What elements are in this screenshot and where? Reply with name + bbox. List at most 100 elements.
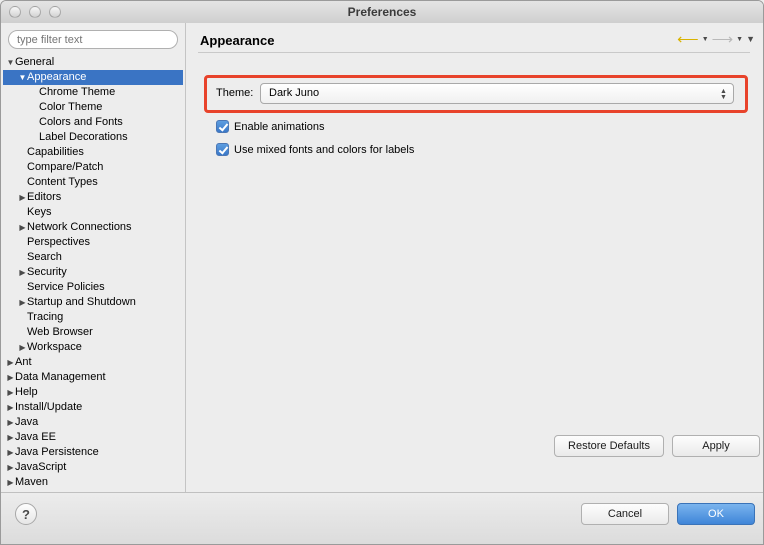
sidebar-item-color-theme[interactable]: Color Theme <box>3 100 183 115</box>
sidebar-item-label: Maven <box>15 476 49 488</box>
sidebar-item-search[interactable]: Search <box>3 250 183 265</box>
chevron-right-icon[interactable]: ▶ <box>18 295 27 310</box>
chevron-right-icon[interactable]: ▶ <box>18 190 27 205</box>
sidebar-item-label-decorations[interactable]: Label Decorations <box>3 130 183 145</box>
sidebar-item-label: Appearance <box>27 71 87 83</box>
sidebar-item-perspectives[interactable]: Perspectives <box>3 235 183 250</box>
no-expander-icon <box>30 115 39 130</box>
chevron-right-icon[interactable]: ▶ <box>6 385 15 400</box>
sidebar-item-label: Capabilities <box>27 146 84 158</box>
title-divider <box>198 52 750 53</box>
sidebar-item-java-persistence[interactable]: ▶Java Persistence <box>3 445 183 460</box>
chevron-down-icon[interactable]: ▼ <box>6 55 15 70</box>
sidebar-item-javascript[interactable]: ▶JavaScript <box>3 460 183 475</box>
sidebar-item-startup-and-shutdown[interactable]: ▶Startup and Shutdown <box>3 295 183 310</box>
back-dropdown-icon[interactable]: ▼ <box>702 32 709 47</box>
close-window-button[interactable] <box>9 6 21 18</box>
no-expander-icon <box>30 85 39 100</box>
sidebar-item-keys[interactable]: Keys <box>3 205 183 220</box>
sidebar-item-general[interactable]: ▼General <box>3 55 183 70</box>
back-arrow-icon[interactable]: ⟵ <box>677 32 699 47</box>
sidebar-item-label: Label Decorations <box>39 131 128 143</box>
checkbox-checked-icon[interactable] <box>216 120 229 133</box>
theme-selected-value: Dark Juno <box>269 87 320 99</box>
chevron-right-icon[interactable]: ▶ <box>6 475 15 490</box>
sidebar-item-service-policies[interactable]: Service Policies <box>3 280 183 295</box>
mixed-fonts-checkbox-row[interactable]: Use mixed fonts and colors for labels <box>216 143 414 156</box>
sidebar-item-java[interactable]: ▶Java <box>3 415 183 430</box>
sidebar-item-workspace[interactable]: ▶Workspace <box>3 340 183 355</box>
no-expander-icon <box>18 160 27 175</box>
ok-button[interactable]: OK <box>677 503 755 525</box>
chevron-right-icon[interactable]: ▶ <box>6 460 15 475</box>
sidebar-item-content-types[interactable]: Content Types <box>3 175 183 190</box>
theme-label: Theme: <box>216 87 254 99</box>
sidebar-item-web-browser[interactable]: Web Browser <box>3 325 183 340</box>
forward-dropdown-icon[interactable]: ▼ <box>736 32 743 47</box>
chevron-right-icon[interactable]: ▶ <box>18 340 27 355</box>
sidebar-item-editors[interactable]: ▶Editors <box>3 190 183 205</box>
checkbox-checked-icon[interactable] <box>216 143 229 156</box>
sidebar-item-label: JavaScript <box>15 461 67 473</box>
chevron-right-icon[interactable]: ▶ <box>18 220 27 235</box>
enable-animations-checkbox-row[interactable]: Enable animations <box>216 120 325 133</box>
sidebar-item-label: Editors <box>27 191 62 203</box>
sidebar-item-install-update[interactable]: ▶Install/Update <box>3 400 183 415</box>
sidebar-item-security[interactable]: ▶Security <box>3 265 183 280</box>
chevron-right-icon[interactable]: ▶ <box>6 355 15 370</box>
sidebar-item-maven[interactable]: ▶ Maven <box>3 475 183 490</box>
sidebar-item-chrome-theme[interactable]: Chrome Theme <box>3 85 183 100</box>
menu-dropdown-icon[interactable]: ▼ <box>746 32 755 47</box>
cancel-button[interactable]: Cancel <box>581 503 669 525</box>
navigation-icons: ⟵ ▼ ⟶ ▼ ▼ <box>677 32 755 47</box>
chevron-right-icon[interactable]: ▶ <box>6 415 15 430</box>
chevron-right-icon[interactable]: ▶ <box>6 370 15 385</box>
no-expander-icon <box>18 310 27 325</box>
sidebar-item-compare-patch[interactable]: Compare/Patch <box>3 160 183 175</box>
sidebar-item-tracing[interactable]: Tracing <box>3 310 183 325</box>
apply-button[interactable]: Apply <box>672 435 760 457</box>
sidebar-item-label: Help <box>15 386 38 398</box>
sidebar-item-capabilities[interactable]: Capabilities <box>3 145 183 160</box>
chevron-right-icon[interactable]: ▶ <box>6 445 15 460</box>
minimize-window-button[interactable] <box>29 6 41 18</box>
sidebar-item-help[interactable]: ▶Help <box>3 385 183 400</box>
sidebar-item-label: Startup and Shutdown <box>27 296 136 308</box>
chevron-right-icon[interactable]: ▶ <box>6 400 15 415</box>
sidebar-item-label: Data Management <box>15 371 106 383</box>
sidebar-item-data-management[interactable]: ▶Data Management <box>3 370 183 385</box>
sidebar-item-label: Workspace <box>27 341 82 353</box>
preferences-window: Preferences ▼General▼Appearance Chrome T… <box>0 0 764 545</box>
preferences-tree[interactable]: ▼General ▼Appearance Chrome Theme Color T… <box>3 55 183 491</box>
window-title: Preferences <box>347 5 417 19</box>
sidebar-item-label: Java <box>15 416 39 428</box>
no-expander-icon <box>30 130 39 145</box>
page-title: Appearance <box>200 33 275 48</box>
dialog-content: ▼General▼Appearance Chrome Theme Color T… <box>1 23 763 493</box>
maximize-window-button[interactable] <box>49 6 61 18</box>
search-input[interactable] <box>8 30 178 49</box>
chevron-down-icon[interactable]: ▼ <box>18 70 27 85</box>
chevron-updown-icon: ▲ ▼ <box>720 87 727 101</box>
chevron-right-icon[interactable]: ▶ <box>18 265 27 280</box>
no-expander-icon <box>18 280 27 295</box>
help-button[interactable]: ? <box>15 503 37 525</box>
sidebar-item-label: Security <box>27 266 67 278</box>
sidebar-item-appearance[interactable]: ▼Appearance <box>3 70 183 85</box>
sidebar-item-label: Search <box>27 251 62 263</box>
sidebar-item-network-connections[interactable]: ▶Network Connections <box>3 220 183 235</box>
theme-select[interactable]: Dark Juno ▲ ▼ <box>260 83 734 104</box>
sidebar-item-label: Web Browser <box>27 326 93 338</box>
no-expander-icon <box>18 325 27 340</box>
sidebar-item-java-ee[interactable]: ▶Java EE <box>3 430 183 445</box>
sidebar-item-mylyn[interactable]: ▶Mylyn <box>3 490 183 491</box>
sidebar-item-label: Java EE <box>15 431 56 443</box>
preferences-detail-pane: Appearance ⟵ ▼ ⟶ ▼ ▼ Theme: Dark Juno ▲ ▼… <box>185 23 763 493</box>
chevron-right-icon[interactable]: ▶ <box>6 430 15 445</box>
restore-defaults-button[interactable]: Restore Defaults <box>554 435 664 457</box>
chevron-right-icon[interactable]: ▶ <box>6 490 15 491</box>
sidebar-item-label: Install/Update <box>15 401 83 413</box>
sidebar-item-colors-and-fonts[interactable]: Colors and Fonts <box>3 115 183 130</box>
window-titlebar: Preferences <box>1 1 763 24</box>
sidebar-item-ant[interactable]: ▶Ant <box>3 355 183 370</box>
